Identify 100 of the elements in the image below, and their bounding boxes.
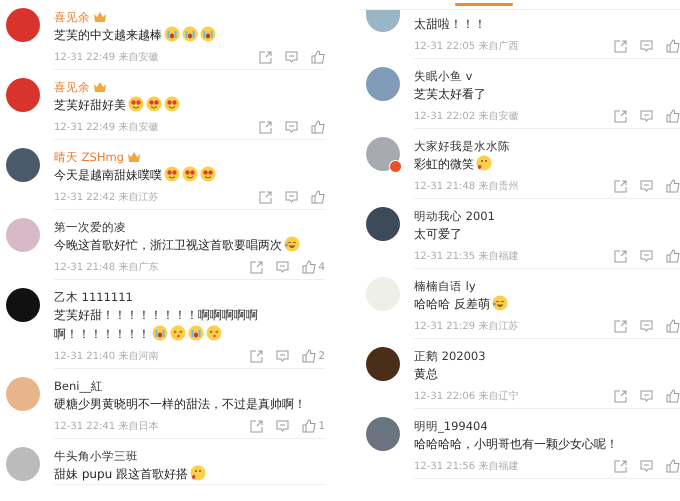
share-button[interactable]	[614, 320, 627, 332]
comment-icon	[285, 50, 298, 64]
comment-meta: 12-31 21:35 来自福建	[414, 250, 520, 263]
reply-button[interactable]	[285, 120, 298, 134]
share-button[interactable]	[259, 120, 272, 134]
reply-button[interactable]	[640, 40, 653, 52]
comment-icon	[276, 350, 290, 362]
comment-meta: 12-31 21:40 来自河南	[54, 350, 160, 363]
avatar[interactable]	[366, 347, 400, 381]
avatar[interactable]	[6, 288, 40, 322]
comment-icon	[640, 110, 653, 122]
reply-button[interactable]	[276, 420, 290, 432]
share-button[interactable]	[250, 350, 264, 362]
comment-meta: 12-31 21:48 来自广东	[54, 260, 160, 274]
share-icon	[614, 180, 627, 192]
like-button[interactable]	[666, 249, 680, 263]
share-button[interactable]	[250, 420, 264, 432]
comment-meta: 12-31 21:48 来自贵州	[414, 180, 520, 193]
share-button[interactable]	[614, 180, 627, 192]
share-icon	[259, 190, 272, 204]
crown-icon	[93, 81, 107, 93]
thumbs-up-icon	[302, 419, 316, 433]
comment-icon	[640, 320, 653, 332]
share-button[interactable]	[614, 460, 627, 472]
comment-meta: 12-31 22:42 来自江苏	[54, 190, 160, 204]
like-button[interactable]	[666, 459, 680, 473]
share-button[interactable]	[250, 260, 264, 274]
reply-button[interactable]	[276, 350, 290, 362]
user-name[interactable]: 明动我心 2001	[414, 208, 495, 224]
comment-text: 芝芙好甜好美	[54, 96, 319, 115]
comment-meta: 12-31 21:29 来自江苏	[414, 320, 520, 333]
user-name[interactable]: 正鹅 202003	[414, 348, 486, 364]
user-name[interactable]: 第一次爱的凌	[54, 220, 126, 234]
like-button[interactable]	[311, 190, 325, 204]
comment-meta: 12-31 22:49 来自安徽	[54, 120, 160, 134]
comment-text: 太甜啦！！！	[414, 16, 487, 33]
comment-icon	[640, 180, 653, 192]
comment-icon	[285, 190, 298, 204]
share-icon	[614, 40, 627, 52]
share-icon	[250, 420, 264, 432]
share-button[interactable]	[614, 390, 627, 402]
comment-meta: 12-31 21:56 来自福建	[414, 460, 520, 473]
like-button[interactable]	[666, 389, 680, 403]
share-icon	[614, 320, 627, 332]
comment-icon	[640, 460, 653, 472]
like-button[interactable]	[666, 109, 680, 123]
like-button[interactable]	[666, 179, 680, 193]
like-button[interactable]	[311, 50, 325, 64]
user-name[interactable]: Beni__紅	[54, 378, 103, 394]
like-button[interactable]	[311, 120, 325, 134]
user-name[interactable]: 失眠小鱼 v	[414, 68, 472, 84]
reply-button[interactable]	[640, 250, 653, 262]
thumbs-up-icon	[666, 249, 680, 263]
reply-button[interactable]	[640, 180, 653, 192]
thumbs-up-icon	[666, 459, 680, 473]
user-name[interactable]: 大家好我是水水陈	[414, 138, 510, 154]
thumbs-up-icon	[666, 389, 680, 403]
thumbs-up-icon	[666, 179, 680, 193]
reply-button[interactable]	[285, 50, 298, 64]
thumbs-up-icon	[302, 349, 316, 363]
comment-text: 今晚这首歌好忙，浙江卫视这首歌要唱两次	[54, 236, 319, 255]
comment-icon	[640, 250, 653, 262]
reply-button[interactable]	[285, 190, 298, 204]
share-button[interactable]	[259, 190, 272, 204]
comment-text: 彩虹的微笑	[414, 155, 679, 174]
share-icon	[250, 350, 264, 362]
thumbs-up-icon	[666, 319, 680, 333]
reply-button[interactable]	[640, 110, 653, 122]
comment-text: 芝芙太好看了	[414, 86, 487, 103]
share-icon	[614, 110, 627, 122]
reply-button[interactable]	[640, 390, 653, 402]
share-button[interactable]	[614, 110, 627, 122]
share-button[interactable]	[259, 50, 272, 64]
comment-text: 硬糖少男黄晓明不一样的甜法，不过是真帅啊！	[54, 396, 307, 413]
share-icon	[614, 460, 627, 472]
avatar[interactable]	[6, 148, 40, 182]
like-button[interactable]	[666, 39, 680, 53]
comment-meta: 12-31 22:49 来自安徽	[54, 50, 160, 64]
user-name[interactable]: 明明_199404	[414, 418, 488, 434]
comment-text: 今天是越南甜妹噗噗	[54, 166, 319, 185]
comment-text: 哈哈哈哈，小明哥也有一颗少女心呢！	[414, 436, 619, 453]
thumbs-up-icon	[311, 120, 325, 134]
comment-icon	[640, 40, 653, 52]
comment-icon	[276, 260, 290, 274]
user-name[interactable]: 楠楠自语 ly	[414, 278, 476, 294]
share-button[interactable]	[614, 40, 627, 52]
user-name[interactable]: 乙木 1111111	[54, 290, 133, 304]
comment-meta: 12-31 22:41 来自日本	[54, 420, 160, 433]
avatar[interactable]	[366, 207, 400, 241]
comment-icon	[640, 390, 653, 402]
comment-meta: 12-31 22:02 来自安徽	[414, 110, 520, 123]
reply-button[interactable]	[640, 460, 653, 472]
user-name[interactable]: 牛头角小学三班	[54, 448, 138, 464]
share-button[interactable]	[614, 250, 627, 262]
thumbs-up-icon	[666, 39, 680, 53]
comment-icon	[285, 120, 298, 134]
like-button[interactable]	[666, 319, 680, 333]
reply-button[interactable]	[640, 320, 653, 332]
reply-button[interactable]	[276, 260, 290, 274]
comment-text: 黄总	[414, 366, 439, 383]
